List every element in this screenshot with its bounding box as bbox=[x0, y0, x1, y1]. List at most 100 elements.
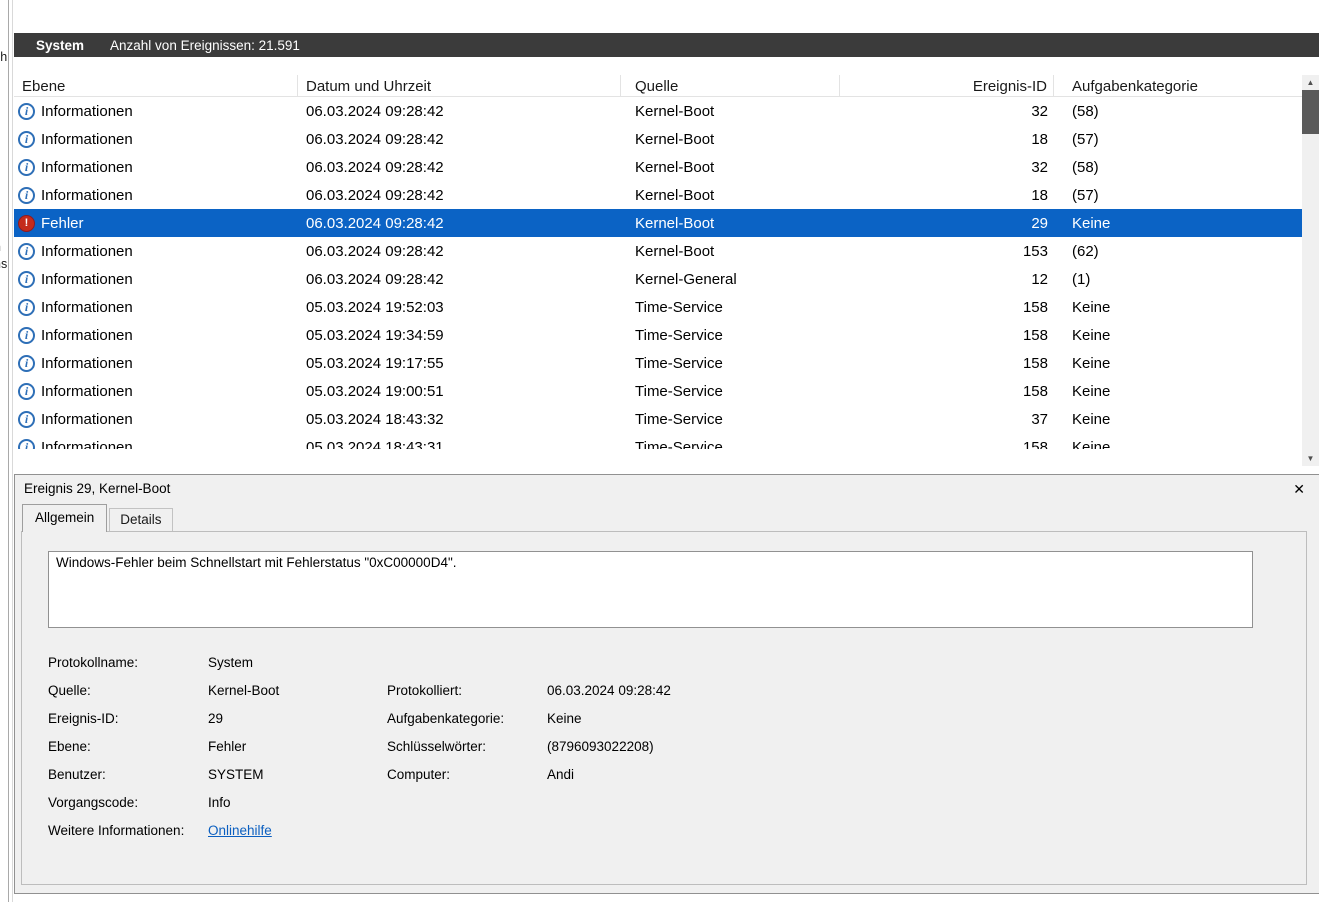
event-level-cell: i Informationen bbox=[14, 433, 298, 449]
event-level-text: Fehler bbox=[41, 215, 84, 232]
event-category-cell: (58) bbox=[1054, 97, 1302, 125]
event-date-cell: 05.03.2024 18:43:31 bbox=[298, 433, 621, 449]
event-row[interactable]: i Informationen 05.03.2024 19:52:03 Time… bbox=[14, 293, 1302, 321]
event-level-cell: i Informationen bbox=[14, 405, 298, 433]
log-header-bar: System Anzahl von Ereignissen: 21.591 bbox=[14, 33, 1319, 57]
event-level-text: Informationen bbox=[41, 411, 133, 428]
event-date-cell: 05.03.2024 18:43:32 bbox=[298, 405, 621, 433]
column-header-source[interactable]: Quelle bbox=[621, 75, 840, 96]
event-row[interactable]: i Informationen 05.03.2024 19:17:55 Time… bbox=[14, 349, 1302, 377]
event-level-cell: i Informationen bbox=[14, 237, 298, 265]
left-panel-text-fragment: n bbox=[0, 240, 1, 254]
event-row[interactable]: i Informationen 06.03.2024 09:28:42 Kern… bbox=[14, 97, 1302, 125]
event-id-cell: 158 bbox=[840, 349, 1054, 377]
left-panel-text-fragment: ns bbox=[0, 257, 7, 271]
event-source-cell: Kernel-General bbox=[621, 265, 840, 293]
event-date-cell: 05.03.2024 19:00:51 bbox=[298, 377, 621, 405]
event-row[interactable]: i Informationen 06.03.2024 09:28:42 Kern… bbox=[14, 265, 1302, 293]
column-header-level[interactable]: Ebene bbox=[14, 75, 298, 96]
column-header-category[interactable]: Aufgabenkategorie bbox=[1054, 75, 1302, 96]
event-list: Ebene Datum und Uhrzeit Quelle Ereignis-… bbox=[14, 75, 1302, 449]
scrollbar-track[interactable]: ▲ ▼ bbox=[1302, 75, 1319, 466]
field-value: SYSTEM bbox=[208, 760, 387, 788]
event-date-cell: 06.03.2024 09:28:42 bbox=[298, 237, 621, 265]
field-label: Ereignis-ID: bbox=[48, 704, 208, 732]
event-category-cell: (57) bbox=[1054, 181, 1302, 209]
field-value: Andi bbox=[547, 760, 671, 788]
event-id-cell: 32 bbox=[840, 153, 1054, 181]
event-row[interactable]: i Informationen 05.03.2024 19:00:51 Time… bbox=[14, 377, 1302, 405]
event-source-cell: Kernel-Boot bbox=[621, 97, 840, 125]
field-value: Fehler bbox=[208, 732, 387, 760]
error-icon: ! bbox=[18, 215, 35, 232]
information-icon: i bbox=[18, 299, 35, 316]
panel-splitter[interactable] bbox=[8, 0, 9, 902]
event-row[interactable]: i Informationen 05.03.2024 18:43:32 Time… bbox=[14, 405, 1302, 433]
event-id-cell: 29 bbox=[840, 209, 1054, 237]
event-rows: i Informationen 06.03.2024 09:28:42 Kern… bbox=[14, 97, 1302, 449]
close-icon: ✕ bbox=[1293, 481, 1305, 497]
tab-details[interactable]: Details bbox=[109, 508, 172, 531]
event-id-cell: 18 bbox=[840, 125, 1054, 153]
information-icon: i bbox=[18, 131, 35, 148]
field-value: 06.03.2024 09:28:42 bbox=[547, 676, 671, 704]
event-row[interactable]: i Informationen 05.03.2024 18:43:31 Time… bbox=[14, 433, 1302, 449]
event-row[interactable]: i Informationen 06.03.2024 09:28:42 Kern… bbox=[14, 237, 1302, 265]
event-level-text: Informationen bbox=[41, 243, 133, 260]
information-icon: i bbox=[18, 271, 35, 288]
event-row[interactable]: i Informationen 05.03.2024 19:34:59 Time… bbox=[14, 321, 1302, 349]
event-row[interactable]: i Informationen 06.03.2024 09:28:42 Kern… bbox=[14, 181, 1302, 209]
tab-allgemein[interactable]: Allgemein bbox=[22, 504, 107, 532]
field-value bbox=[547, 816, 671, 844]
field-label: Weitere Informationen: bbox=[48, 816, 208, 844]
event-category-cell: (58) bbox=[1054, 153, 1302, 181]
column-header-event-id[interactable]: Ereignis-ID bbox=[840, 75, 1054, 96]
event-level-text: Informationen bbox=[41, 131, 133, 148]
event-fields: Protokollname: System Quelle: Kernel-Boo… bbox=[48, 648, 671, 844]
scrollbar-thumb[interactable] bbox=[1302, 90, 1319, 134]
event-source-cell: Time-Service bbox=[621, 405, 840, 433]
event-date-cell: 05.03.2024 19:17:55 bbox=[298, 349, 621, 377]
field-label bbox=[387, 648, 547, 676]
close-button[interactable]: ✕ bbox=[1293, 482, 1305, 496]
event-id-cell: 18 bbox=[840, 181, 1054, 209]
event-date-cell: 06.03.2024 09:28:42 bbox=[298, 125, 621, 153]
field-value: 29 bbox=[208, 704, 387, 732]
event-row[interactable]: i Informationen 06.03.2024 09:28:42 Kern… bbox=[14, 153, 1302, 181]
field-label: Schlüsselwörter: bbox=[387, 732, 547, 760]
information-icon: i bbox=[18, 383, 35, 400]
information-icon: i bbox=[18, 159, 35, 176]
field-value bbox=[547, 648, 671, 676]
event-description[interactable]: Windows-Fehler beim Schnellstart mit Feh… bbox=[48, 551, 1253, 628]
event-category-cell: Keine bbox=[1054, 321, 1302, 349]
event-level-text: Informationen bbox=[41, 299, 133, 316]
event-category-cell: Keine bbox=[1054, 405, 1302, 433]
details-tabs: Allgemein Details bbox=[15, 502, 1319, 531]
event-source-cell: Kernel-Boot bbox=[621, 125, 840, 153]
field-value bbox=[547, 788, 671, 816]
event-row[interactable]: i Informationen 06.03.2024 09:28:42 Kern… bbox=[14, 125, 1302, 153]
column-header-datetime[interactable]: Datum und Uhrzeit bbox=[298, 75, 621, 96]
event-category-cell: Keine bbox=[1054, 209, 1302, 237]
event-level-text: Informationen bbox=[41, 271, 133, 288]
event-source-cell: Time-Service bbox=[621, 433, 840, 449]
event-level-text: Informationen bbox=[41, 327, 133, 344]
event-source-cell: Kernel-Boot bbox=[621, 181, 840, 209]
scroll-up-icon[interactable]: ▲ bbox=[1302, 75, 1319, 90]
event-level-cell: i Informationen bbox=[14, 125, 298, 153]
information-icon: i bbox=[18, 327, 35, 344]
field-label: Aufgabenkategorie: bbox=[387, 704, 547, 732]
field-value: Onlinehilfe bbox=[208, 816, 387, 844]
information-icon: i bbox=[18, 439, 35, 450]
event-source-cell: Kernel-Boot bbox=[621, 237, 840, 265]
event-id-cell: 158 bbox=[840, 433, 1054, 449]
scroll-down-icon[interactable]: ▼ bbox=[1302, 451, 1319, 466]
online-help-link[interactable]: Onlinehilfe bbox=[208, 823, 272, 838]
event-level-text: Informationen bbox=[41, 103, 133, 120]
event-id-cell: 32 bbox=[840, 97, 1054, 125]
event-date-cell: 06.03.2024 09:28:42 bbox=[298, 265, 621, 293]
event-date-cell: 05.03.2024 19:52:03 bbox=[298, 293, 621, 321]
event-row[interactable]: ! Fehler 06.03.2024 09:28:42 Kernel-Boot… bbox=[14, 209, 1302, 237]
field-label bbox=[387, 816, 547, 844]
field-label: Benutzer: bbox=[48, 760, 208, 788]
